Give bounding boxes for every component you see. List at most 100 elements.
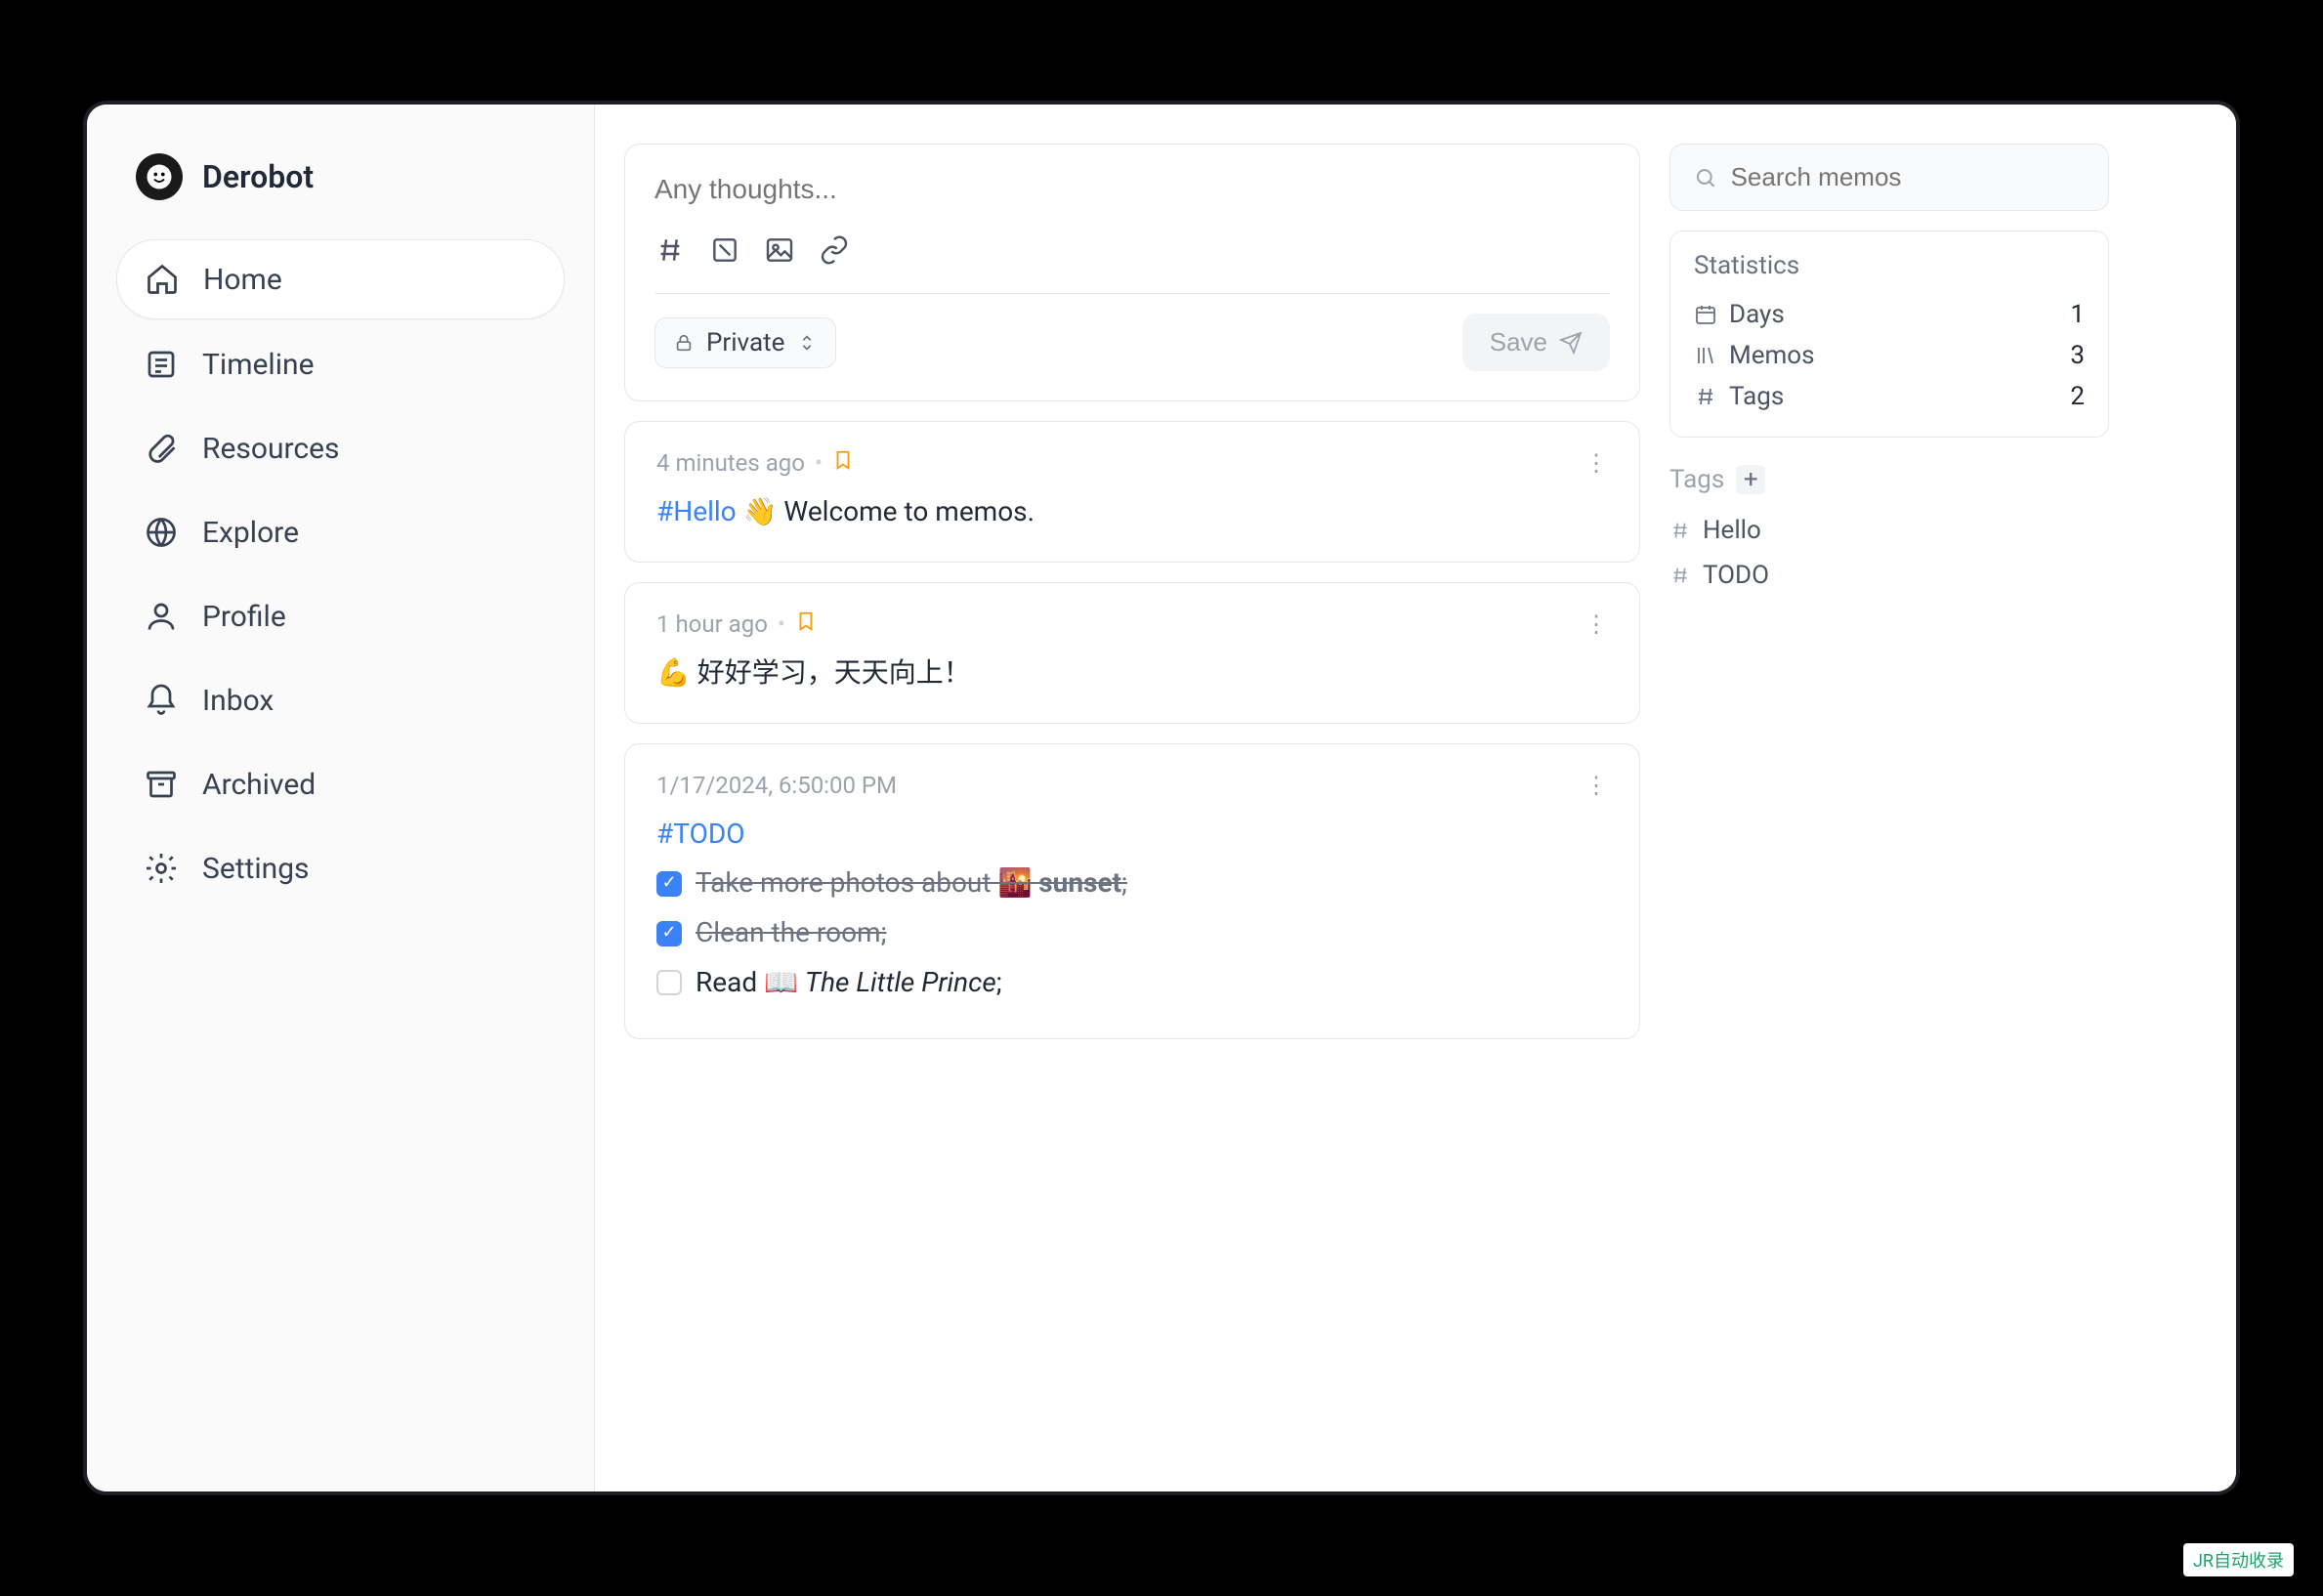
tag-item-hello[interactable]: Hello <box>1669 508 2109 553</box>
tags-section: Tags + Hello TODO <box>1669 465 2109 598</box>
save-button[interactable]: Save <box>1462 314 1610 371</box>
memo-more-button[interactable]: ⋮ <box>1584 449 1608 477</box>
nav-label: Home <box>203 263 282 297</box>
pin-icon[interactable] <box>832 449 854 477</box>
brand-logo-icon <box>136 153 183 200</box>
bell-icon <box>144 683 179 718</box>
stat-value: 2 <box>2070 382 2085 411</box>
hash-icon <box>1669 520 1691 541</box>
memo-body: 💪 好好学习，天天向上！ <box>656 651 1608 695</box>
app-window: Derobot Home Timeline Resources Explore … <box>87 105 2236 1491</box>
nav-label: Archived <box>202 768 316 802</box>
separator-dot: • <box>778 610 785 638</box>
stat-row-days: Days 1 <box>1694 294 2085 335</box>
todo-item: Read 📖 The Little Prince; <box>656 961 1608 1005</box>
archive-icon <box>144 767 179 802</box>
tags-title: Tags <box>1669 465 1724 494</box>
nav-explore[interactable]: Explore <box>116 493 565 571</box>
nav-settings[interactable]: Settings <box>116 829 565 907</box>
separator-dot: • <box>815 449 823 477</box>
nav-resources[interactable]: Resources <box>116 409 565 487</box>
pin-icon[interactable] <box>795 610 817 638</box>
tag-item-todo[interactable]: TODO <box>1669 553 2109 598</box>
todo-text: Take more photos about 🌇 sunset; <box>696 861 1127 905</box>
stat-label: Days <box>1729 300 1785 329</box>
composer-footer: Private Save <box>655 294 1610 371</box>
nav-label: Inbox <box>202 684 274 718</box>
nav-timeline[interactable]: Timeline <box>116 325 565 403</box>
sidebar: Derobot Home Timeline Resources Explore … <box>87 105 595 1491</box>
memo-meta: 4 minutes ago • ⋮ <box>656 449 1608 477</box>
memo-meta: 1 hour ago • ⋮ <box>656 610 1608 638</box>
timeline-icon <box>144 347 179 382</box>
memo-tag[interactable]: #Hello <box>656 495 737 527</box>
brand[interactable]: Derobot <box>116 153 565 230</box>
add-tag-button[interactable]: + <box>1736 465 1765 494</box>
todo-checkbox[interactable] <box>656 970 682 995</box>
nav: Home Timeline Resources Explore Profile … <box>116 239 565 907</box>
todo-text: Read 📖 The Little Prince; <box>696 961 1002 1005</box>
statistics-panel: Statistics Days 1 Memos 3 Tags 2 <box>1669 231 2109 438</box>
hash-icon <box>1694 385 1717 408</box>
nav-label: Profile <box>202 600 286 634</box>
link-icon[interactable] <box>819 234 850 266</box>
visibility-label: Private <box>706 328 784 357</box>
nav-label: Explore <box>202 516 299 550</box>
composer-input[interactable] <box>655 174 1610 234</box>
stat-value: 1 <box>2070 300 2085 329</box>
gear-icon <box>144 851 179 886</box>
chevron-updown-icon <box>796 332 818 354</box>
memo-time: 1/17/2024, 6:50:00 PM <box>656 772 897 799</box>
memo-text: 💪 好好学习，天天向上！ <box>656 656 971 689</box>
search-box[interactable] <box>1669 144 2109 211</box>
memo-more-button[interactable]: ⋮ <box>1584 610 1608 638</box>
home-icon <box>145 262 180 297</box>
memo-composer: Private Save <box>624 144 1640 401</box>
lock-icon <box>673 332 695 354</box>
memo-meta: 1/17/2024, 6:50:00 PM ⋮ <box>656 772 1608 799</box>
stat-label: Memos <box>1729 341 1815 370</box>
memo-card: 4 minutes ago • ⋮ #Hello 👋 Welcome to me… <box>624 421 1640 563</box>
memo-card: 1 hour ago • ⋮ 💪 好好学习，天天向上！ <box>624 582 1640 724</box>
stat-value: 3 <box>2070 341 2085 370</box>
stat-row-memos: Memos 3 <box>1694 335 2085 376</box>
memo-body: #TODO ✓ Take more photos about 🌇 sunset;… <box>656 813 1608 1005</box>
nav-label: Timeline <box>202 348 314 382</box>
nav-profile[interactable]: Profile <box>116 577 565 655</box>
memo-body: #Hello 👋 Welcome to memos. <box>656 490 1608 534</box>
nav-label: Settings <box>202 852 310 886</box>
nav-archived[interactable]: Archived <box>116 745 565 823</box>
memo-more-button[interactable]: ⋮ <box>1584 772 1608 799</box>
user-icon <box>144 599 179 634</box>
checkbox-icon[interactable] <box>709 234 740 266</box>
right-sidebar: Statistics Days 1 Memos 3 Tags 2 Tags + <box>1669 144 2109 1452</box>
todo-checkbox[interactable]: ✓ <box>656 871 682 897</box>
tag-label: Hello <box>1703 516 1761 545</box>
nav-home[interactable]: Home <box>116 239 565 319</box>
todo-checkbox[interactable]: ✓ <box>656 921 682 946</box>
image-icon[interactable] <box>764 234 795 266</box>
nav-inbox[interactable]: Inbox <box>116 661 565 739</box>
visibility-selector[interactable]: Private <box>655 317 836 368</box>
main: Private Save 4 minutes ago • ⋮ <box>595 105 2236 1491</box>
todo-item: ✓ Take more photos about 🌇 sunset; <box>656 861 1608 905</box>
todo-text: Clean the room; <box>696 911 887 955</box>
save-label: Save <box>1490 327 1547 357</box>
memo-tag[interactable]: #TODO <box>656 818 744 850</box>
library-icon <box>1694 344 1717 367</box>
tag-label: TODO <box>1703 561 1769 590</box>
content-column: Private Save 4 minutes ago • ⋮ <box>624 144 1640 1452</box>
search-input[interactable] <box>1731 162 2085 192</box>
stat-label: Tags <box>1729 382 1784 411</box>
composer-toolbar <box>655 234 1610 294</box>
stat-row-tags: Tags 2 <box>1694 376 2085 417</box>
watermark: JR自动收录 <box>2183 1543 2294 1576</box>
hash-icon <box>1669 565 1691 586</box>
memo-card: 1/17/2024, 6:50:00 PM ⋮ #TODO ✓ Take mor… <box>624 743 1640 1039</box>
todo-item: ✓ Clean the room; <box>656 911 1608 955</box>
globe-icon <box>144 515 179 550</box>
brand-name: Derobot <box>202 158 314 195</box>
hash-icon[interactable] <box>655 234 686 266</box>
search-icon <box>1694 165 1717 190</box>
memo-time: 4 minutes ago <box>656 449 805 477</box>
